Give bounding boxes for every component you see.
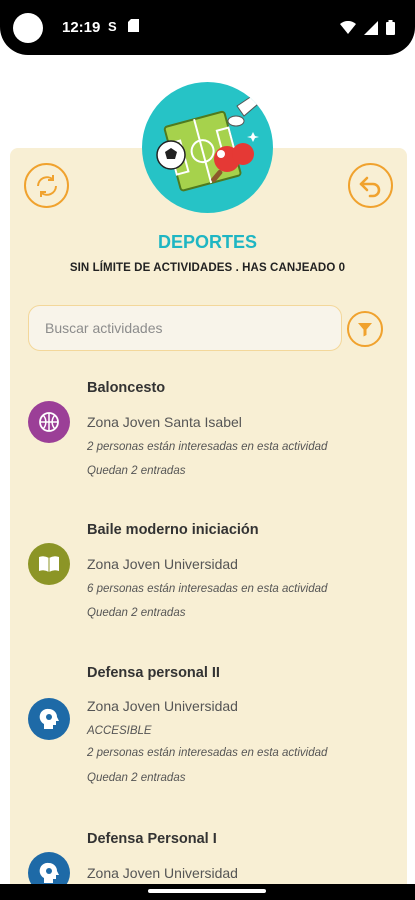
activity-accessible-tag: ACCESIBLE [87,725,152,737]
activity-remaining: Quedan 2 entradas [87,465,186,477]
head-gear-icon [28,698,70,740]
activity-title: Baile moderno iniciación [87,522,259,538]
home-gesture-pill[interactable] [148,889,266,893]
camera-cutout [13,13,43,43]
activity-interest: 2 personas están interesadas en esta act… [87,747,328,759]
navigation-bar [0,884,415,900]
back-button[interactable] [348,163,393,208]
activity-interest: 6 personas están interesadas en esta act… [87,583,328,595]
status-time: 12:19 [62,19,101,36]
wifi-icon [340,20,356,39]
signal-icon [364,20,378,40]
book-icon [28,543,70,585]
battery-icon [386,20,395,40]
undo-arrow-icon [359,176,380,197]
activity-title: Defensa Personal I [87,831,217,847]
activity-location: Zona Joven Universidad [87,556,238,572]
refresh-button[interactable] [24,163,69,208]
activity-title: Defensa personal II [87,665,220,681]
activity-remaining: Quedan 2 entradas [87,607,186,619]
page-title: DEPORTES [157,232,258,252]
content-card [10,148,407,893]
filter-button[interactable] [347,311,383,347]
sd-card-icon [128,19,139,35]
filter-icon [358,323,372,337]
activity-location: Zona Joven Universidad [87,865,238,881]
search-placeholder: Buscar actividades [45,320,163,336]
sports-category-image [142,82,273,213]
search-input[interactable]: Buscar actividades [28,305,342,351]
activity-location: Zona Joven Santa Isabel [87,414,242,430]
activity-limit-text: SIN LÍMITE DE ACTIVIDADES . HAS CANJEADO… [69,262,346,274]
activity-remaining: Quedan 2 entradas [87,772,186,784]
s-notification-icon: S [108,19,117,34]
status-bar: 12:19 S [0,0,415,55]
activity-interest: 2 personas están interesadas en esta act… [87,441,328,453]
activity-title: Baloncesto [87,380,166,396]
refresh-icon [36,174,57,197]
activity-location: Zona Joven Universidad [87,698,238,714]
basketball-icon [28,401,70,443]
